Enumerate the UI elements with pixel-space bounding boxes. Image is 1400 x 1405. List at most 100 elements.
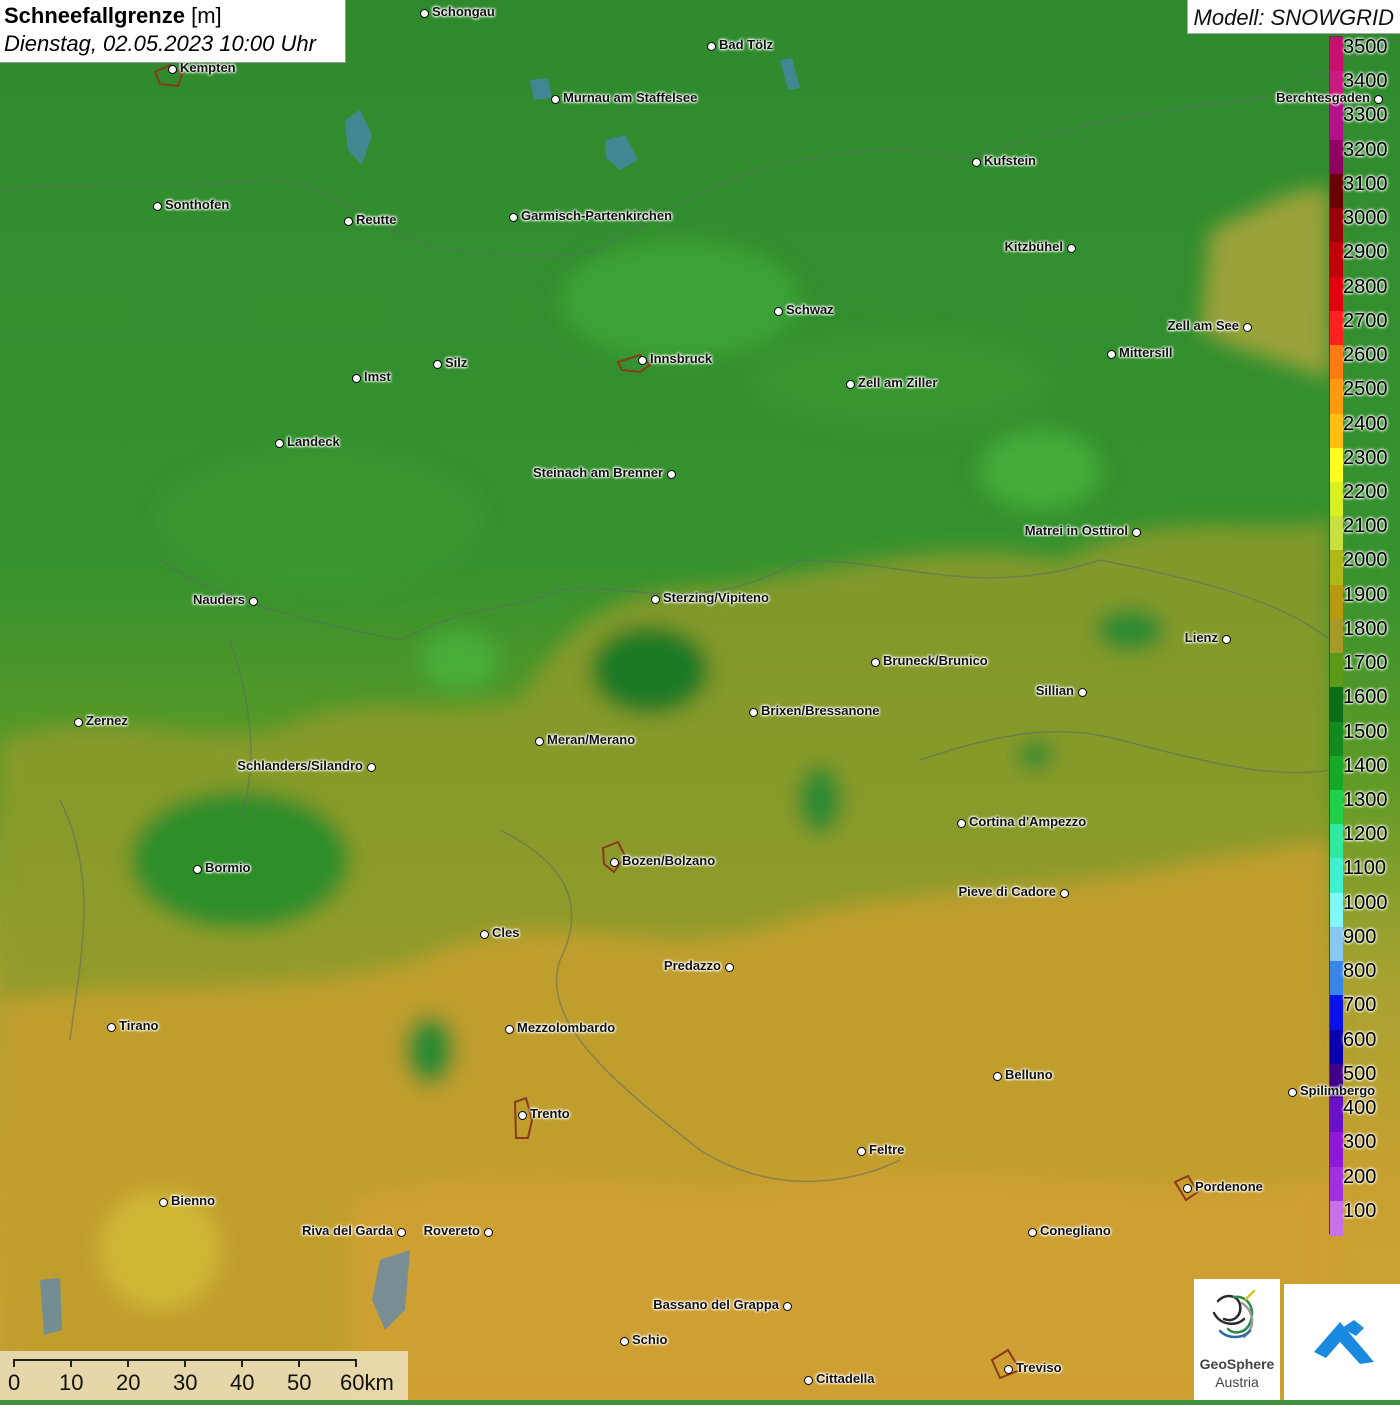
legend-label: 1300 [1343,789,1388,812]
legend-label: 1200 [1343,823,1388,846]
legend-swatch [1330,1200,1343,1236]
city-label: Kufstein [984,153,1036,168]
model-label: Modell: SNOWGRID [1186,0,1400,34]
city-dot-icon [344,217,353,226]
city-dot-icon [1183,1184,1192,1193]
legend-label: 2200 [1343,480,1388,503]
city-dot-icon [352,374,361,383]
legend-label: 1900 [1343,583,1388,606]
city-label: Zernez [86,713,128,728]
legend-label: 2800 [1343,275,1388,298]
scale-bar: 0 10 20 30 40 50 60km [0,1351,408,1400]
legend-label: 2400 [1343,412,1388,435]
city-dot-icon [1004,1365,1013,1374]
city-dot-icon [1243,323,1252,332]
legend-label: 1800 [1343,617,1388,640]
city-dot-icon [857,1147,866,1156]
city-dot-icon [610,858,619,867]
legend-swatch [1330,379,1343,415]
city-dot-icon [667,470,676,479]
geosphere-austria-logo[interactable]: GeoSphere Austria [1194,1279,1280,1400]
legend-swatch [1330,584,1343,620]
city-dot-icon [509,213,518,222]
city-label: Bormio [205,860,251,875]
city-dot-icon [638,356,647,365]
city-dot-icon [1078,688,1087,697]
city-label: Mezzolombardo [517,1020,616,1035]
legend-label: 1500 [1343,720,1388,743]
city-label: Reutte [356,212,397,227]
legend-swatch [1330,37,1343,72]
map-title: Schneefallgrenze [m] [4,2,341,30]
legend-label: 2600 [1343,344,1388,367]
city-dot-icon [275,439,284,448]
legend-swatch [1330,550,1343,586]
legend-swatch [1330,1098,1343,1133]
city-dot-icon [505,1025,514,1034]
legend-label: 3200 [1343,138,1388,161]
legend-swatch [1330,892,1343,928]
city-label: Pordenone [1195,1179,1263,1194]
city-dot-icon [1222,635,1231,644]
legend-label: 900 [1343,925,1377,948]
city-label: Kitzbühel [1004,239,1064,254]
city-dot-icon [846,380,855,389]
legend-swatch [1330,1132,1343,1168]
city-dot-icon [774,307,783,316]
legend-swatch [1330,687,1343,723]
city-label: Schlanders/Silandro [237,758,363,773]
weather-app-logo[interactable] [1284,1284,1400,1400]
city-dot-icon [518,1111,527,1120]
legend-label: 1000 [1343,891,1388,914]
scale-label: 10 [59,1370,84,1395]
city-label: Tirano [119,1018,159,1033]
city-dot-icon [620,1337,629,1346]
legend-swatch [1330,1029,1343,1065]
city-label: Rovereto [423,1223,480,1238]
city-label: Cittadella [816,1371,875,1386]
legend-label: 2700 [1343,309,1388,332]
legend-label: 300 [1343,1131,1377,1154]
city-label: Zell am Ziller [858,375,938,390]
city-dot-icon [749,708,758,717]
legend-color-bar [1329,36,1343,1236]
legend-swatch [1330,345,1343,380]
city-label: Bassano del Grappa [653,1297,779,1312]
legend-label: 2900 [1343,241,1388,264]
logo-text-geosphere: GeoSphere [1199,1356,1275,1372]
city-label: Brixen/Bressanone [761,703,880,718]
city-label: Nauders [192,592,245,607]
city-label: Schongau [432,4,495,19]
title-main: Schneefallgrenze [4,3,185,28]
scale-tick [298,1359,300,1367]
city-dot-icon [420,9,429,18]
legend-label: 400 [1343,1097,1377,1120]
city-dot-icon [651,595,660,604]
legend-label: 3100 [1343,172,1388,195]
legend-swatch [1330,481,1343,517]
city-dot-icon [433,360,442,369]
legend-label: 500 [1343,1062,1377,1085]
city-dot-icon [193,865,202,874]
city-dot-icon [249,597,258,606]
legend-label: 2300 [1343,446,1388,469]
scale-tick [241,1359,243,1367]
city-label: Cortina d'Ampezzo [969,814,1087,829]
legend-swatch [1330,995,1343,1031]
geosphere-swirl-icon [1212,1289,1256,1339]
city-dot-icon [725,963,734,972]
city-label: Silz [445,355,468,370]
legend-label: 3500 [1343,36,1388,58]
city-dot-icon [480,930,489,939]
legend-label: 1700 [1343,652,1388,675]
city-label: Zell am See [1167,318,1239,333]
city-label: Bad Tölz [719,37,774,52]
city-label: Sillian [1035,683,1074,698]
legend-swatch [1330,139,1343,175]
city-dot-icon [993,1072,1002,1081]
scale-label: 60km [340,1370,394,1395]
city-label: Murnau am Staffelsee [563,90,698,105]
mountain-arrow-icon [1314,1320,1374,1364]
legend-swatch [1330,961,1343,996]
city-dot-icon [1060,889,1069,898]
